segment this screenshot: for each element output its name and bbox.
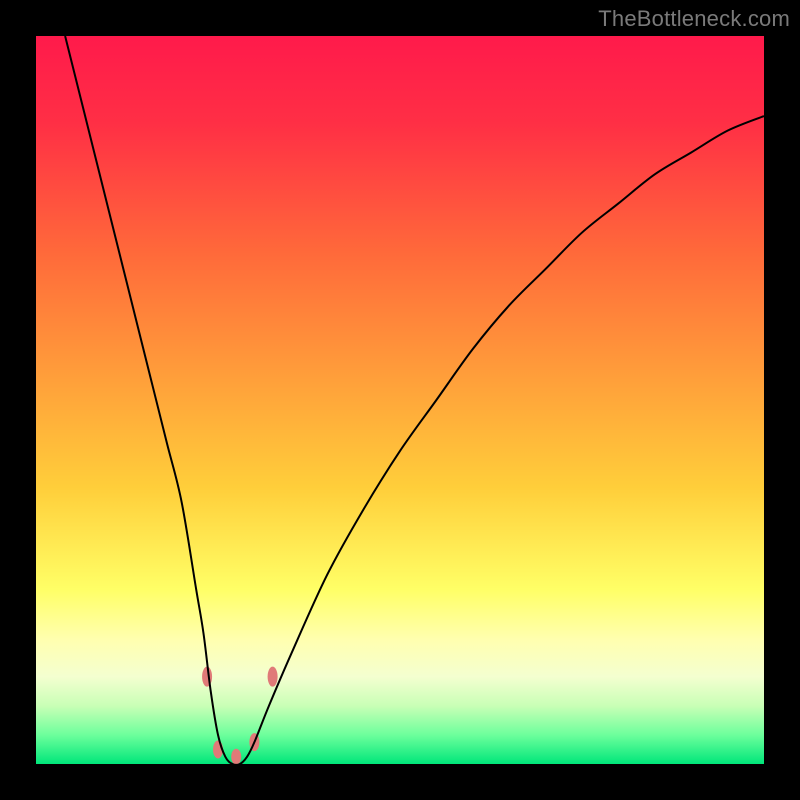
bottleneck-curve [65,36,764,764]
marker-bottom-mid [231,749,241,764]
watermark-text: TheBottleneck.com [598,6,790,32]
plot-area [36,36,764,764]
chart-stage: TheBottleneck.com [0,0,800,800]
marker-right [268,667,278,687]
curve-layer [36,36,764,764]
